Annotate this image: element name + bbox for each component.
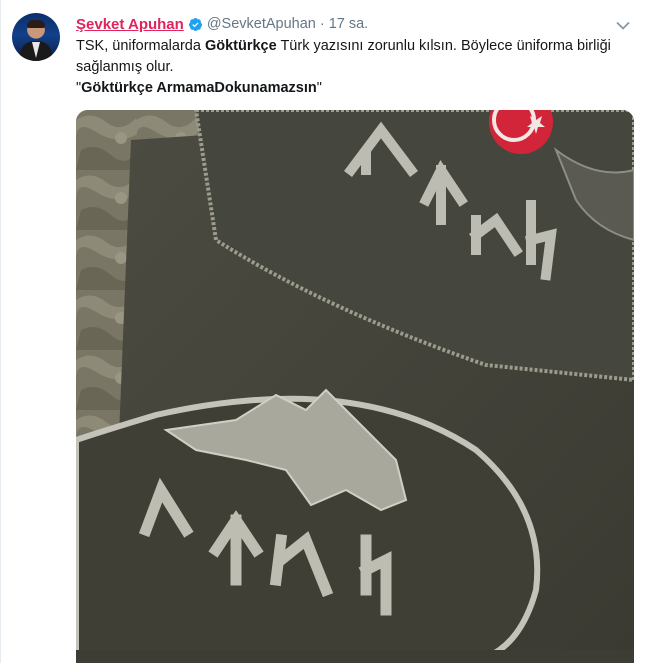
tweet-header: Şevket Apuhan @SevketApuhan · 17 sa. [76, 14, 368, 34]
avatar-hair [27, 20, 45, 28]
tweet-media-image[interactable] [76, 110, 634, 663]
quote-close: " [316, 80, 322, 96]
text-part-2: Türk yazısını zorunlu kılsın. Böylece ün… [276, 38, 611, 54]
tweet[interactable]: Şevket Apuhan @SevketApuhan · 17 sa. TSK… [0, 0, 662, 663]
tweet-text: TSK, üniformalarda Göktürkçe Türk yazısı… [76, 36, 646, 99]
tweet-quote-line: "Göktürkçe ArmamaDokunamazsın" [76, 78, 646, 99]
text-part-1: TSK, üniformalarda [76, 38, 205, 54]
separator-dot: · [319, 16, 325, 32]
tweet-text-line-1: TSK, üniformalarda Göktürkçe Türk yazısı… [76, 36, 646, 57]
author-handle[interactable]: @SevketApuhan [207, 16, 316, 32]
tweet-timestamp[interactable]: 17 sa. [329, 16, 369, 32]
avatar[interactable] [12, 13, 60, 61]
quote-bold-text: Göktürkçe ArmamaDokunamazsın [81, 80, 317, 96]
author-name[interactable]: Şevket Apuhan [76, 16, 184, 33]
patch-photo [76, 110, 634, 663]
chevron-down-icon[interactable] [613, 15, 633, 35]
verified-badge-icon [188, 17, 203, 32]
hashtag-goekturkce[interactable]: Göktürkçe [205, 38, 277, 54]
tweet-text-line-2: sağlanmış olur. [76, 59, 174, 75]
